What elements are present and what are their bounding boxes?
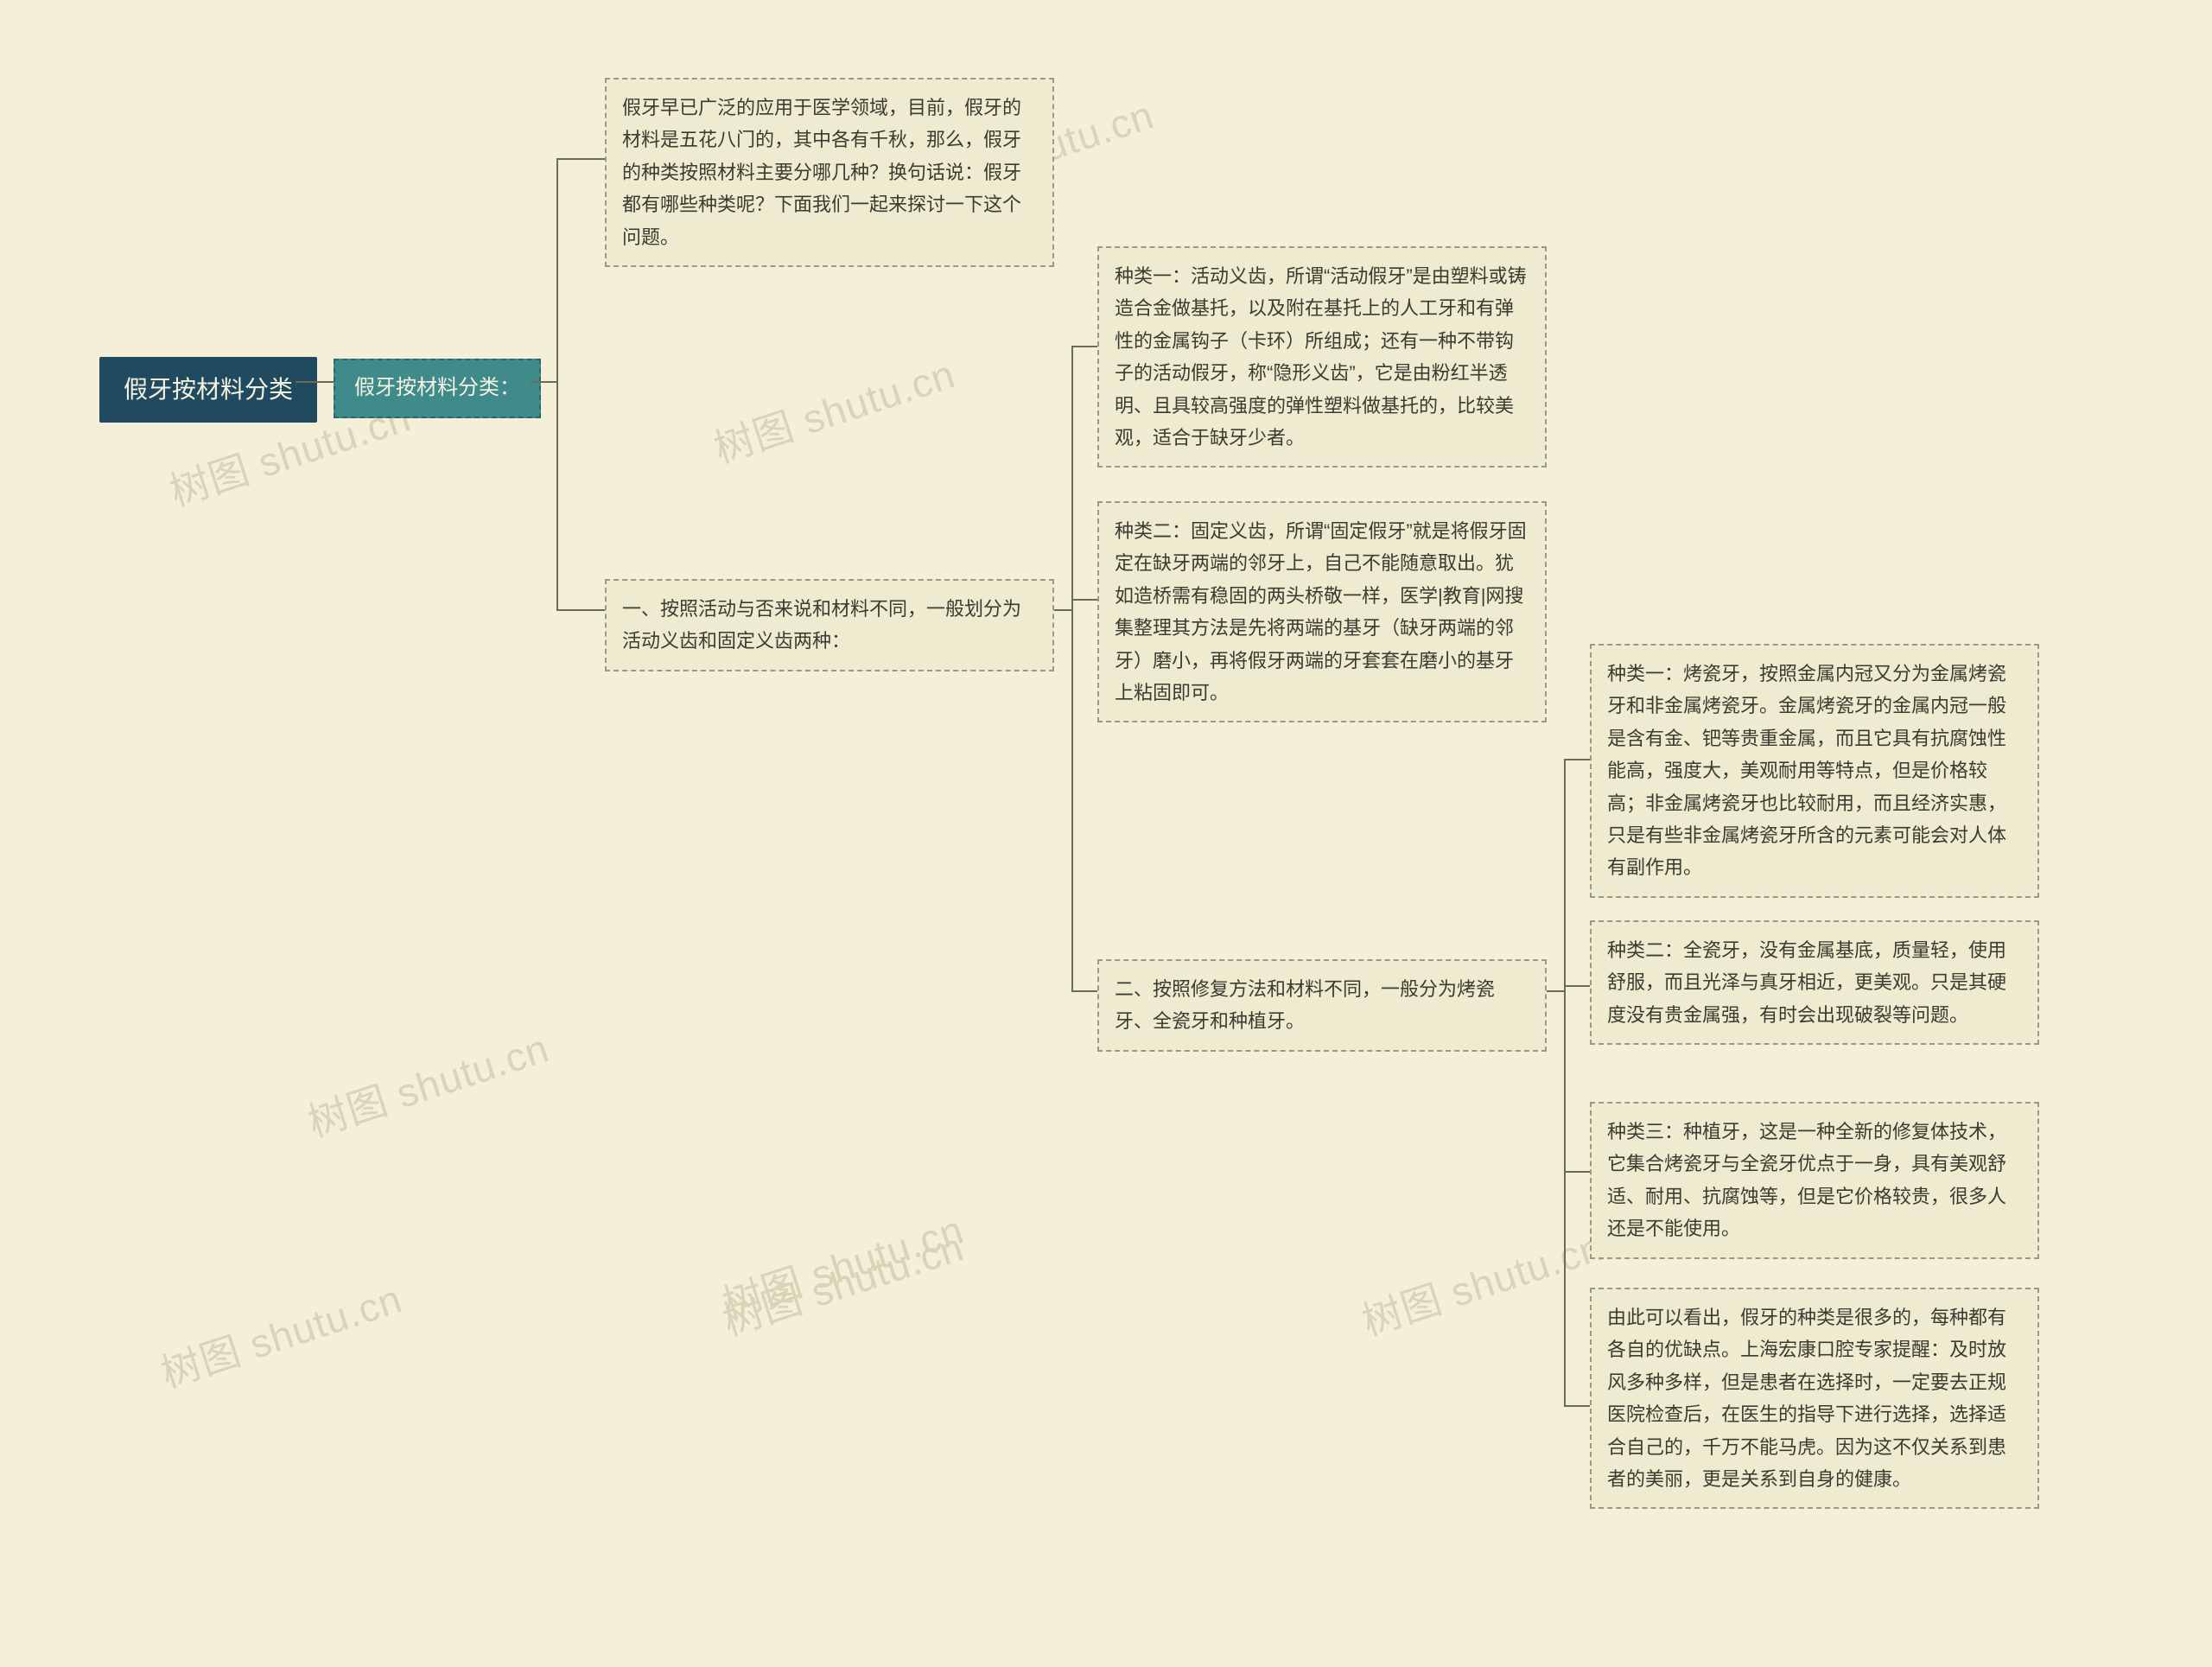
connector: [1071, 346, 1097, 347]
cat1-title-node: 一、按照活动与否来说和材料不同，一般划分为活动义齿和固定义齿两种：: [605, 579, 1054, 671]
connector: [1547, 990, 1564, 992]
cat2-item4-node: 由此可以看出，假牙的种类是很多的，每种都有各自的优缺点。上海宏康口腔专家提醒：及…: [1590, 1288, 2039, 1509]
root-label: 假牙按材料分类: [124, 376, 293, 403]
cat1-item1-node: 种类一：活动义齿，所谓“活动假牙”是由塑料或铸造合金做基托，以及附在基托上的人工…: [1097, 246, 1547, 468]
cat1-item2-text: 种类二：固定义齿，所谓“固定假牙”就是将假牙固定在缺牙两端的邻牙上，自己不能随意…: [1115, 520, 1527, 703]
root-node: 假牙按材料分类: [99, 357, 317, 423]
cat2-item2-node: 种类二：全瓷牙，没有金属基底，质量轻，使用舒服，而且光泽与真牙相近，更美观。只是…: [1590, 920, 2039, 1045]
connector: [1054, 609, 1071, 611]
connector: [556, 609, 605, 611]
cat2-item1-node: 种类一：烤瓷牙，按照金属内冠又分为金属烤瓷牙和非金属烤瓷牙。金属烤瓷牙的金属内冠…: [1590, 644, 2039, 898]
connector: [296, 381, 334, 383]
level1-label: 假牙按材料分类：: [354, 376, 520, 399]
connector: [1564, 1171, 1590, 1173]
connector: [556, 158, 605, 160]
connector: [556, 158, 558, 611]
intro-node: 假牙早已广泛的应用于医学领域，目前，假牙的材料是五花八门的，其中各有千秋，那么，…: [605, 78, 1054, 267]
cat2-item4-text: 由此可以看出，假牙的种类是很多的，每种都有各自的优缺点。上海宏康口腔专家提醒：及…: [1607, 1307, 2006, 1490]
watermark: 树图 shutu.cn: [715, 1199, 970, 1330]
cat1-item1-text: 种类一：活动义齿，所谓“活动假牙”是由塑料或铸造合金做基托，以及附在基托上的人工…: [1115, 265, 1527, 449]
connector: [1071, 346, 1073, 992]
connector: [1071, 599, 1097, 601]
cat2-title-node: 二、按照修复方法和材料不同，一般分为烤瓷牙、全瓷牙和种植牙。: [1097, 959, 1547, 1052]
watermark: 树图 shutu.cn: [153, 1268, 409, 1399]
watermark: 树图 shutu.cn: [1354, 1216, 1610, 1347]
level1-node: 假牙按材料分类：: [334, 359, 541, 418]
cat1-item2-node: 种类二：固定义齿，所谓“固定假牙”就是将假牙固定在缺牙两端的邻牙上，自己不能随意…: [1097, 501, 1547, 722]
intro-text: 假牙早已广泛的应用于医学领域，目前，假牙的材料是五花八门的，其中各有千秋，那么，…: [622, 97, 1021, 248]
connector: [1564, 985, 1590, 987]
watermark: 树图 shutu.cn: [715, 1216, 970, 1347]
connector: [1564, 759, 1590, 760]
connector: [1071, 990, 1097, 992]
connector: [1564, 759, 1566, 1407]
cat2-item1-text: 种类一：烤瓷牙，按照金属内冠又分为金属烤瓷牙和非金属烤瓷牙。金属烤瓷牙的金属内冠…: [1607, 663, 2006, 878]
cat2-item2-text: 种类二：全瓷牙，没有金属基底，质量轻，使用舒服，而且光泽与真牙相近，更美观。只是…: [1607, 939, 2006, 1026]
cat1-title-text: 一、按照活动与否来说和材料不同，一般划分为活动义齿和固定义齿两种：: [622, 598, 1021, 652]
connector: [531, 381, 556, 383]
cat2-title-text: 二、按照修复方法和材料不同，一般分为烤瓷牙、全瓷牙和种植牙。: [1115, 978, 1495, 1032]
cat2-item3-node: 种类三：种植牙，这是一种全新的修复体技术，它集合烤瓷牙与全瓷牙优点于一身，具有美…: [1590, 1102, 2039, 1259]
watermark: 树图 shutu.cn: [706, 343, 962, 474]
cat2-item3-text: 种类三：种植牙，这是一种全新的修复体技术，它集合烤瓷牙与全瓷牙优点于一身，具有美…: [1607, 1121, 2006, 1239]
watermark: 树图 shutu.cn: [300, 1017, 556, 1148]
connector: [1564, 1405, 1590, 1407]
